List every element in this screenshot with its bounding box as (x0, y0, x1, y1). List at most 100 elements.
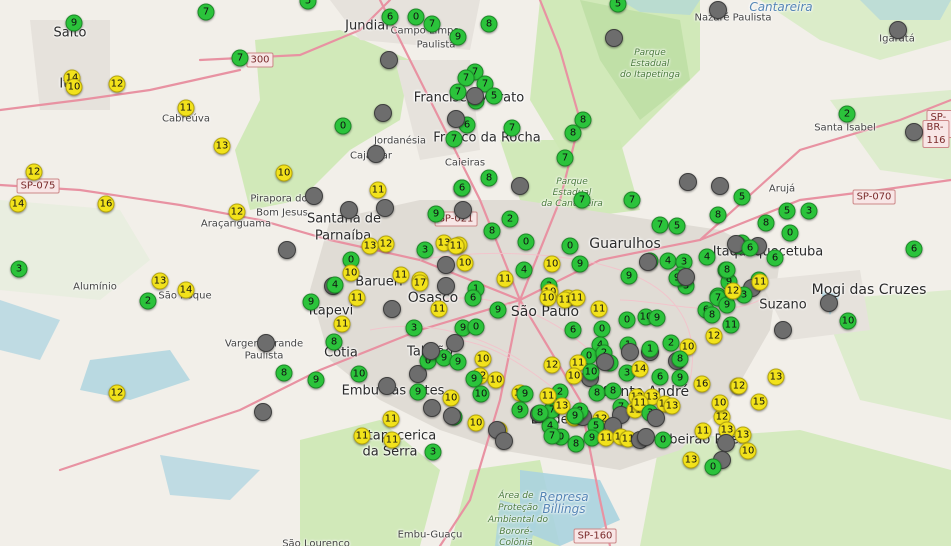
gray-station-marker[interactable] (621, 343, 639, 361)
green-station-marker[interactable]: 8 (718, 261, 736, 279)
yellow-station-marker[interactable]: 11 (694, 422, 712, 440)
gray-station-marker[interactable] (446, 334, 464, 352)
green-station-marker[interactable]: 8 (275, 364, 293, 382)
yellow-station-marker[interactable]: 11 (382, 410, 400, 428)
green-station-marker[interactable]: 0 (467, 318, 485, 336)
yellow-station-marker[interactable]: 11 (333, 315, 351, 333)
yellow-station-marker[interactable]: 14 (9, 195, 27, 213)
gray-station-marker[interactable] (774, 321, 792, 339)
gray-station-marker[interactable] (257, 334, 275, 352)
yellow-station-marker[interactable]: 12 (543, 356, 561, 374)
yellow-station-marker[interactable]: 10 (487, 371, 505, 389)
yellow-station-marker[interactable]: 12 (108, 75, 126, 93)
yellow-station-marker[interactable]: 10 (539, 289, 557, 307)
green-station-marker[interactable]: 0 (593, 320, 611, 338)
yellow-station-marker[interactable]: 11 (348, 289, 366, 307)
green-station-marker[interactable]: 6 (741, 239, 759, 257)
yellow-station-marker[interactable]: 11 (392, 266, 410, 284)
yellow-station-marker[interactable]: 11 (751, 273, 769, 291)
gray-station-marker[interactable] (422, 342, 440, 360)
green-station-marker[interactable]: 0 (618, 311, 636, 329)
yellow-station-marker[interactable]: 10 (456, 254, 474, 272)
green-station-marker[interactable]: 3 (416, 241, 434, 259)
green-station-marker[interactable]: 9 (409, 383, 427, 401)
green-station-marker[interactable]: 0 (517, 233, 535, 251)
green-station-marker[interactable]: 8 (325, 333, 343, 351)
gray-station-marker[interactable] (709, 1, 727, 19)
gray-station-marker[interactable] (605, 29, 623, 47)
gray-station-marker[interactable] (596, 353, 614, 371)
gray-station-marker[interactable] (443, 407, 461, 425)
yellow-station-marker[interactable]: 12 (730, 377, 748, 395)
green-station-marker[interactable]: 7 (197, 3, 215, 21)
green-station-marker[interactable]: 10 (839, 312, 857, 330)
yellow-station-marker[interactable]: 13 (734, 426, 752, 444)
yellow-station-marker[interactable]: 11 (430, 300, 448, 318)
green-station-marker[interactable]: 9 (489, 301, 507, 319)
yellow-station-marker[interactable]: 15 (750, 393, 768, 411)
yellow-station-marker[interactable]: 13 (682, 451, 700, 469)
green-station-marker[interactable]: 8 (709, 206, 727, 224)
green-station-marker[interactable]: 0 (407, 8, 425, 26)
green-station-marker[interactable]: 2 (139, 292, 157, 310)
gray-station-marker[interactable] (466, 87, 484, 105)
gray-station-marker[interactable] (511, 177, 529, 195)
gray-station-marker[interactable] (495, 432, 513, 450)
green-station-marker[interactable]: 1 (641, 340, 659, 358)
green-station-marker[interactable]: 3 (800, 202, 818, 220)
green-station-marker[interactable]: 6 (453, 179, 471, 197)
gray-station-marker[interactable] (305, 187, 323, 205)
green-station-marker[interactable]: 7 (623, 191, 641, 209)
green-station-marker[interactable]: 9 (427, 205, 445, 223)
green-station-marker[interactable]: 0 (334, 117, 352, 135)
green-station-marker[interactable]: 5 (668, 217, 686, 235)
yellow-station-marker[interactable]: 10 (711, 394, 729, 412)
gray-station-marker[interactable] (437, 277, 455, 295)
yellow-station-marker[interactable]: 17 (411, 274, 429, 292)
green-station-marker[interactable]: 10 (350, 365, 368, 383)
gray-station-marker[interactable] (820, 294, 838, 312)
green-station-marker[interactable]: 2 (662, 334, 680, 352)
map-view[interactable]: SaltoItuJundiaíCampo LimpoPaulistaNazaré… (0, 0, 951, 546)
green-station-marker[interactable]: 6 (464, 289, 482, 307)
green-station-marker[interactable]: 8 (480, 15, 498, 33)
green-station-marker[interactable]: 6 (651, 368, 669, 386)
gray-station-marker[interactable] (717, 434, 735, 452)
green-station-marker[interactable]: 9 (620, 267, 638, 285)
yellow-station-marker[interactable]: 10 (275, 164, 293, 182)
yellow-station-marker[interactable]: 10 (565, 367, 583, 385)
green-station-marker[interactable]: 2 (838, 105, 856, 123)
green-station-marker[interactable]: 9 (449, 353, 467, 371)
green-station-marker[interactable]: 9 (516, 385, 534, 403)
green-station-marker[interactable]: 7 (556, 149, 574, 167)
green-station-marker[interactable]: 9 (511, 401, 529, 419)
gray-station-marker[interactable] (679, 173, 697, 191)
green-station-marker[interactable]: 8 (604, 382, 622, 400)
yellow-station-marker[interactable]: 12 (705, 327, 723, 345)
green-station-marker[interactable]: 11 (722, 316, 740, 334)
yellow-station-marker[interactable]: 11 (383, 431, 401, 449)
green-station-marker[interactable]: 8 (588, 384, 606, 402)
yellow-station-marker[interactable]: 10 (442, 389, 460, 407)
gray-station-marker[interactable] (423, 399, 441, 417)
green-station-marker[interactable]: 8 (483, 222, 501, 240)
yellow-station-marker[interactable]: 10 (467, 414, 485, 432)
green-station-marker[interactable]: 4 (659, 252, 677, 270)
green-station-marker[interactable]: 4 (515, 261, 533, 279)
green-station-marker[interactable]: 9 (571, 255, 589, 273)
green-station-marker[interactable]: 4 (698, 248, 716, 266)
green-station-marker[interactable]: 4 (326, 276, 344, 294)
green-station-marker[interactable]: 7 (445, 130, 463, 148)
green-station-marker[interactable]: 7 (543, 427, 561, 445)
green-station-marker[interactable]: 8 (671, 350, 689, 368)
green-station-marker[interactable]: 0 (561, 237, 579, 255)
yellow-station-marker[interactable]: 11 (447, 237, 465, 255)
yellow-station-marker[interactable]: 10 (739, 442, 757, 460)
green-station-marker[interactable]: 9 (65, 14, 83, 32)
gray-station-marker[interactable] (639, 253, 657, 271)
green-station-marker[interactable]: 6 (766, 249, 784, 267)
gray-station-marker[interactable] (454, 201, 472, 219)
gray-station-marker[interactable] (383, 300, 401, 318)
green-station-marker[interactable]: 7 (573, 191, 591, 209)
yellow-station-marker[interactable]: 10 (342, 264, 360, 282)
